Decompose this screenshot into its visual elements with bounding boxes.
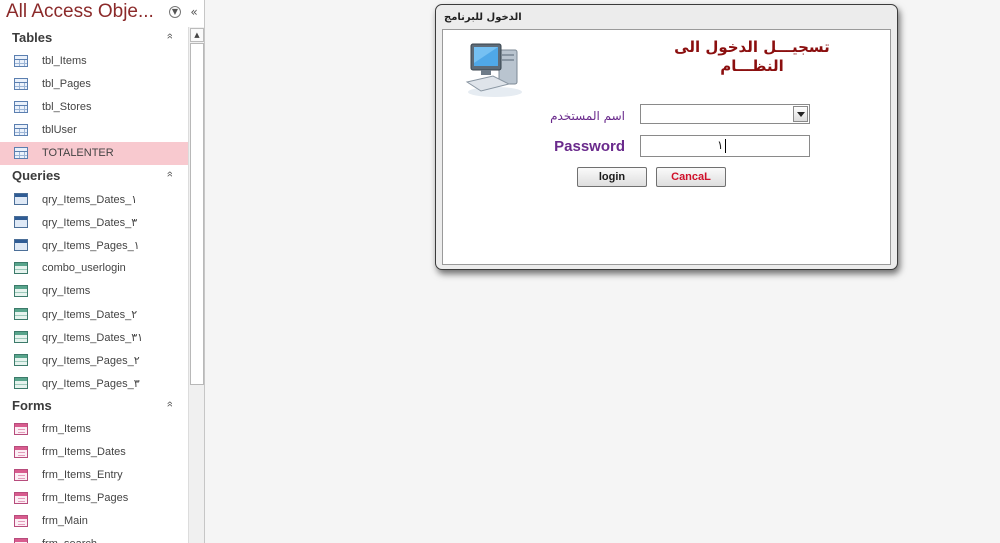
form-icon (14, 515, 28, 527)
nav-item-label: frm_Items_Entry (42, 469, 123, 481)
nav-item[interactable]: frm_Items (0, 418, 188, 441)
select-query-icon (14, 239, 28, 251)
nav-item[interactable]: combo_userlogin (0, 257, 188, 280)
nav-item-label: tbl_Items (42, 55, 87, 67)
password-label: Password (554, 138, 625, 155)
nav-item[interactable]: frm_search (0, 533, 188, 543)
form-icon (14, 469, 28, 481)
nav-item[interactable]: qry_Items_Pages_١ (0, 234, 188, 257)
username-label: اسم المستخدم (550, 109, 625, 123)
nav-group-tables[interactable]: Tables » (0, 27, 188, 50)
dropdown-arrow-icon[interactable] (793, 106, 808, 122)
collapse-group-icon[interactable]: » (164, 171, 176, 177)
nav-item[interactable]: qry_Items_Dates_٣١ (0, 326, 188, 349)
nav-item[interactable]: qry_Items_Dates_١ (0, 188, 188, 211)
collapse-group-icon[interactable]: » (164, 401, 176, 407)
collapse-pane-icon[interactable]: « (188, 6, 200, 18)
nav-item-label: qry_Items_Dates_٢ (42, 309, 138, 321)
nav-item-label: qry_Items_Pages_٣ (42, 378, 140, 390)
table-icon (14, 101, 28, 113)
nav-item-label: combo_userlogin (42, 262, 126, 274)
nav-item-label: tblUser (42, 124, 77, 136)
login-dialog: الدخول للبرنامج تسجيـــل الدخول الى النظ… (435, 4, 898, 270)
nav-item[interactable]: frm_Items_Pages (0, 487, 188, 510)
nav-item-label: qry_Items (42, 285, 91, 297)
query-icon (14, 262, 28, 274)
nav-item-label: qry_Items_Dates_٣ (42, 217, 138, 229)
scroll-up-icon[interactable]: ▲ (190, 28, 204, 42)
nav-item[interactable]: qry_Items_Dates_٢ (0, 303, 188, 326)
nav-group-label: Forms (12, 398, 52, 413)
cancel-button[interactable]: CancaL (656, 167, 726, 187)
dialog-titlebar[interactable]: الدخول للبرنامج (436, 5, 897, 29)
nav-item-label: qry_Items_Dates_١ (42, 194, 138, 206)
login-button[interactable]: login (577, 167, 647, 187)
form-icon (14, 492, 28, 504)
scroll-thumb[interactable] (190, 43, 204, 385)
navigation-pane: All Access Obje... ▼ « Tables » tbl_Itemst… (0, 0, 205, 543)
nav-item[interactable]: frm_Items_Dates (0, 441, 188, 464)
password-field[interactable]: ١ (640, 135, 810, 157)
form-heading-line1: تسجيـــل الدخول الى (674, 38, 830, 56)
nav-item[interactable]: qry_Items (0, 280, 188, 303)
nav-group-label: Tables (12, 30, 53, 45)
computer-icon (465, 43, 522, 97)
nav-item-label: qry_Items_Dates_٣١ (42, 332, 144, 344)
nav-scrollbar[interactable]: ▲ (188, 27, 204, 543)
nav-item-label: qry_Items_Pages_١ (42, 240, 140, 252)
nav-item[interactable]: qry_Items_Dates_٣ (0, 211, 188, 234)
table-icon (14, 147, 28, 159)
nav-item[interactable]: tbl_Stores (0, 96, 188, 119)
nav-item[interactable]: tbl_Items (0, 50, 188, 73)
dialog-title: الدخول للبرنامج (444, 12, 522, 23)
table-icon (14, 78, 28, 90)
chevron-down-icon[interactable]: ▼ (169, 6, 181, 18)
query-icon (14, 377, 28, 389)
password-value: ١ (717, 138, 724, 152)
form-icon (14, 423, 28, 435)
nav-group-forms[interactable]: Forms » (0, 395, 188, 418)
select-query-icon (14, 193, 28, 205)
nav-item-label: frm_Items_Dates (42, 446, 126, 458)
query-icon (14, 354, 28, 366)
select-query-icon (14, 216, 28, 228)
nav-header: All Access Obje... ▼ « (0, 0, 204, 28)
query-icon (14, 331, 28, 343)
form-heading-line2: النظـــام (720, 57, 784, 75)
nav-item-label: frm_Items (42, 423, 91, 435)
form-icon (14, 538, 28, 543)
nav-item[interactable]: frm_Items_Entry (0, 464, 188, 487)
collapse-group-icon[interactable]: » (164, 33, 176, 39)
nav-item-label: tbl_Pages (42, 78, 91, 90)
nav-item-label: frm_search (42, 538, 97, 543)
nav-title[interactable]: All Access Obje... (6, 1, 154, 23)
table-icon (14, 55, 28, 67)
nav-item[interactable]: tblUser (0, 119, 188, 142)
nav-item-label: qry_Items_Pages_٢ (42, 355, 140, 367)
nav-group-queries[interactable]: Queries » (0, 165, 188, 188)
nav-item-label: frm_Main (42, 515, 88, 527)
nav-item[interactable]: TOTALENTER (0, 142, 188, 165)
query-icon (14, 285, 28, 297)
nav-item[interactable]: qry_Items_Pages_٣ (0, 372, 188, 395)
form-icon (14, 446, 28, 458)
nav-item-label: tbl_Stores (42, 101, 92, 113)
form-heading: تسجيـــل الدخول الى النظـــام (662, 38, 842, 76)
nav-object-list: Tables » tbl_Items tbl_Pages tbl_Stores tblUs… (0, 27, 188, 543)
query-icon (14, 308, 28, 320)
username-combobox[interactable] (640, 104, 810, 124)
nav-item[interactable]: tbl_Pages (0, 73, 188, 96)
table-icon (14, 124, 28, 136)
nav-group-label: Queries (12, 168, 61, 183)
dialog-body: تسجيـــل الدخول الى النظـــام اسم المستخ… (442, 29, 891, 265)
nav-item[interactable]: qry_Items_Pages_٢ (0, 349, 188, 372)
nav-item-label: TOTALENTER (42, 147, 114, 159)
text-caret (725, 139, 726, 153)
nav-item[interactable]: frm_Main (0, 510, 188, 533)
nav-item-label: frm_Items_Pages (42, 492, 129, 504)
